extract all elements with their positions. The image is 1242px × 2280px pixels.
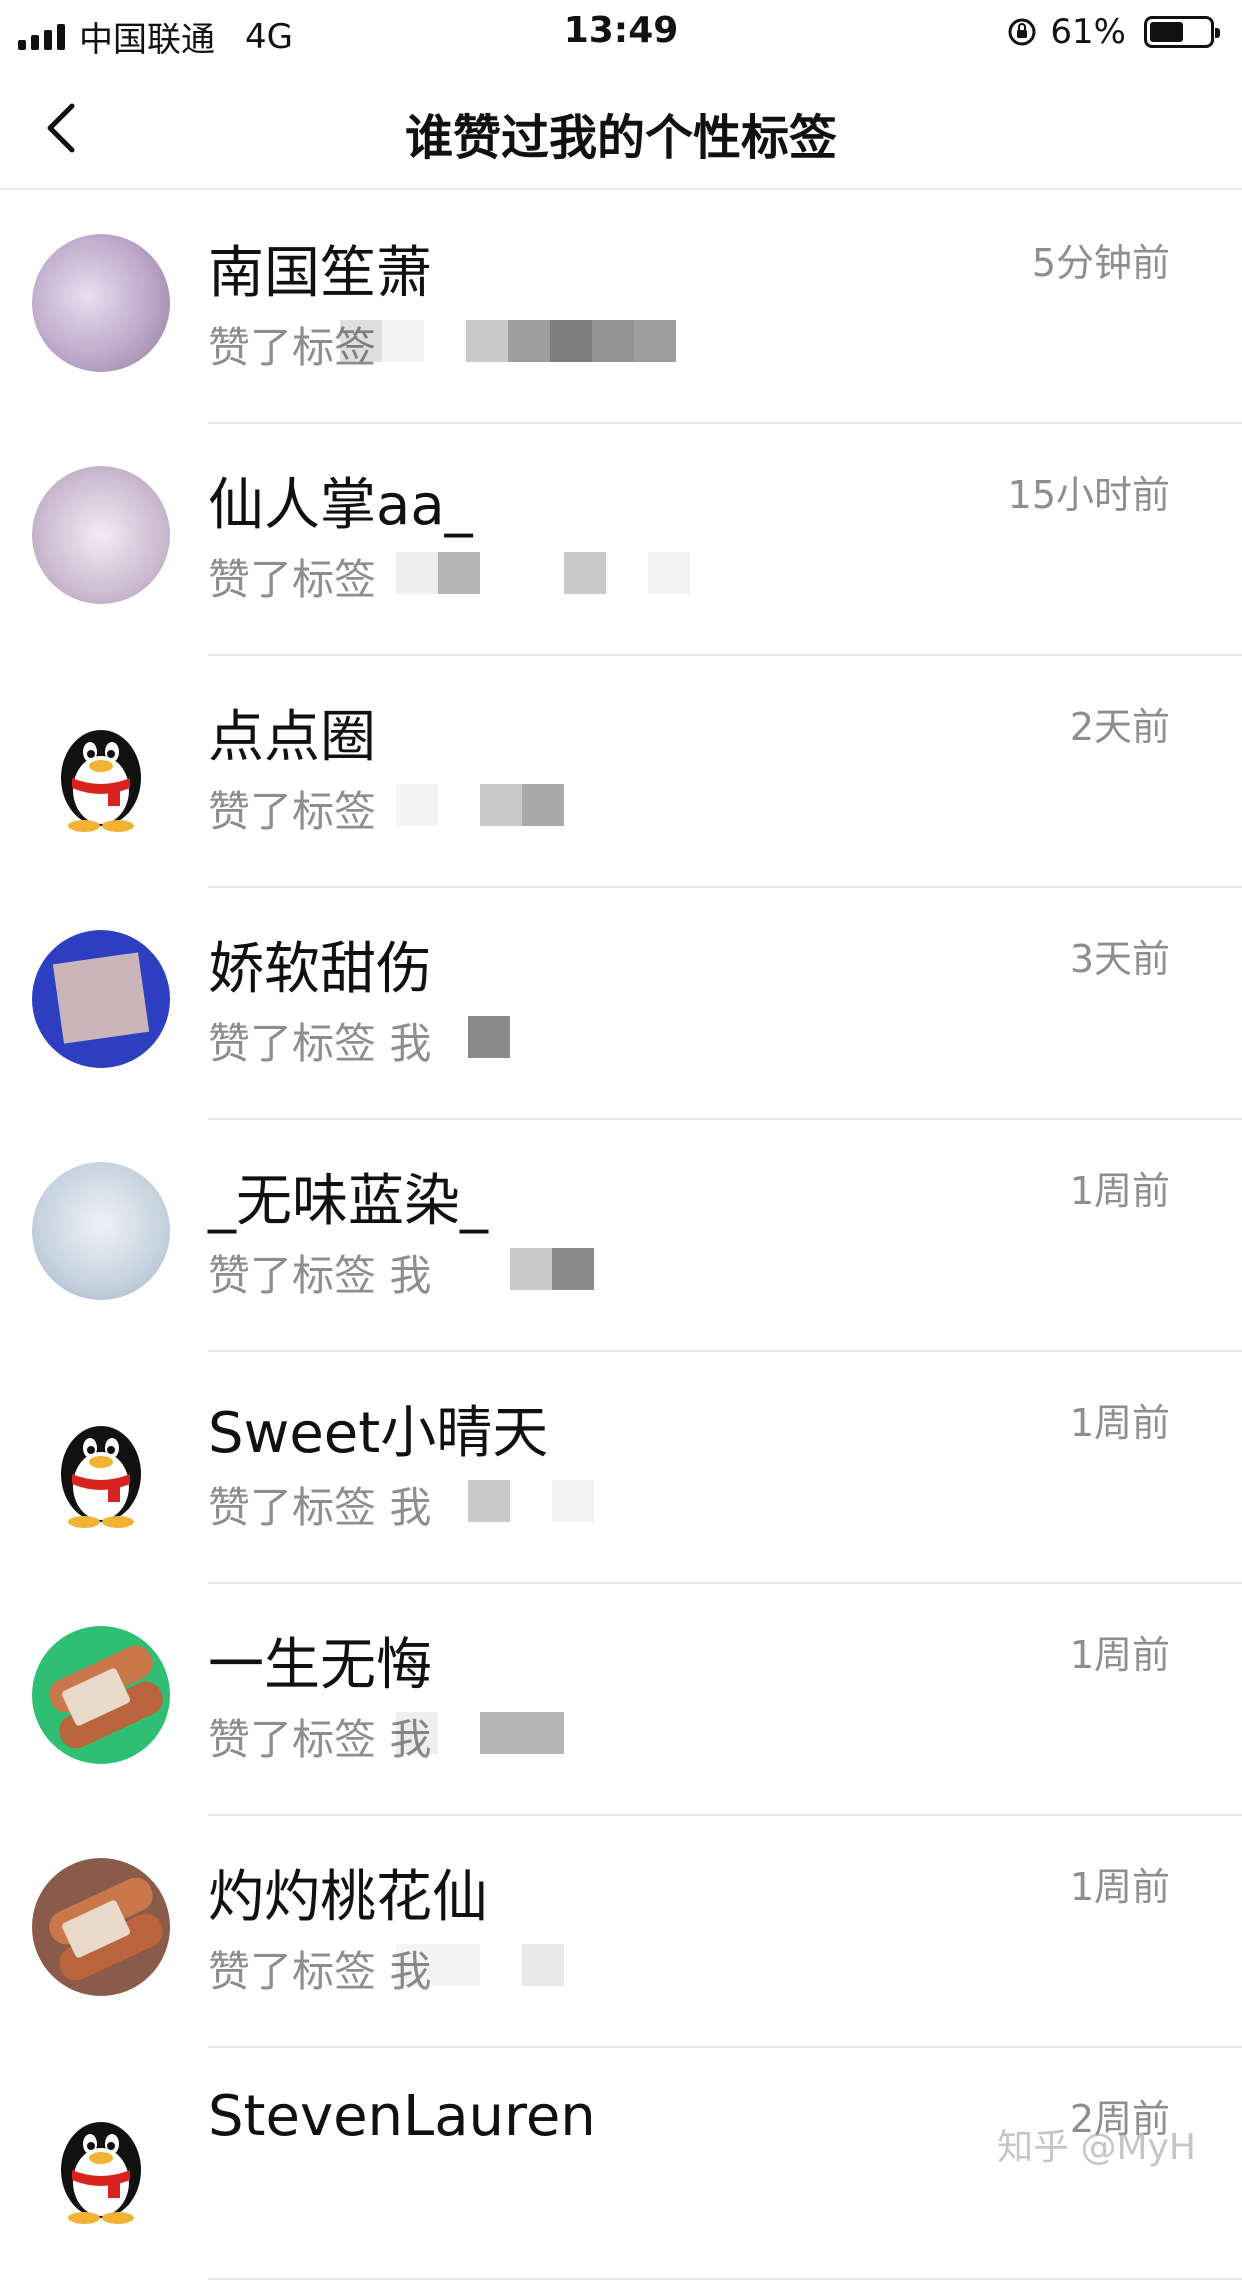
avatar[interactable] [32,466,170,604]
user-name: 点点圈 [208,692,376,773]
user-name: 娇软甜伤 [208,924,432,1005]
list-item[interactable]: Sweet小晴天赞了标签 我 1周前 [0,1352,1242,1584]
user-name: 一生无悔 [208,1620,432,1701]
watermark: 知乎 @MyH [997,2118,1196,2170]
avatar[interactable] [32,1858,170,1996]
list-item[interactable]: 灼灼桃花仙赞了标签 我1周前 [0,1816,1242,2048]
like-description: 赞了标签 我 [208,1474,431,1535]
list-item[interactable]: 仙人掌aa_赞了标签 15小时前 [0,424,1242,656]
redacted-tag [396,1944,564,1986]
page-title: 谁赞过我的个性标签 [0,98,1242,168]
user-name: 仙人掌aa_ [208,460,473,541]
timestamp: 5分钟前 [1032,232,1170,287]
list-item[interactable]: _无味蓝染_赞了标签 我 1周前 [0,1120,1242,1352]
like-description: 赞了标签 我 [208,1242,431,1303]
user-name: 南国笙萧 [208,228,432,309]
avatar-image [53,952,149,1043]
redacted-tag [396,784,564,826]
rotation-lock-icon [1006,16,1038,48]
timestamp: 2天前 [1070,696,1170,751]
status-right: 61% [1006,12,1214,52]
avatar[interactable] [32,1394,170,1532]
liker-list: 南国笙萧赞了标签5分钟前仙人掌aa_赞了标签15小时前 点点圈赞了标签2天前娇软… [0,192,1242,2280]
battery-percent: 61% [1050,12,1126,52]
list-item[interactable]: 点点圈赞了标签 2天前 [0,656,1242,888]
list-item[interactable]: 娇软甜伤赞了标签 我 3天前 [0,888,1242,1120]
redacted-tag [340,320,676,362]
redacted-tag [426,1480,594,1522]
timestamp: 1周前 [1070,1392,1170,1447]
penguin-icon [32,1394,170,1532]
timestamp: 1周前 [1070,1160,1170,1215]
avatar[interactable] [32,2090,170,2228]
avatar[interactable] [32,698,170,836]
battery-fill [1150,22,1183,42]
like-description: 赞了标签 [208,778,376,839]
avatar[interactable] [32,930,170,1068]
list-item[interactable]: 一生无悔赞了标签 我1周前 [0,1584,1242,1816]
avatar[interactable] [32,234,170,372]
redacted-tag [426,1016,510,1058]
user-name: 灼灼桃花仙 [208,1852,488,1933]
redacted-tag [426,1248,594,1290]
timestamp: 3天前 [1070,928,1170,983]
avatar[interactable] [32,1162,170,1300]
like-description: 赞了标签 [208,546,376,607]
like-description: 赞了标签 我 [208,1010,431,1071]
timestamp: 1周前 [1070,1856,1170,1911]
user-name: _无味蓝染_ [208,1156,488,1237]
redacted-tag [396,552,690,594]
redacted-tag [396,1712,564,1754]
nav-bar: 谁赞过我的个性标签 [0,62,1242,190]
avatar[interactable] [32,1626,170,1764]
timestamp: 15小时前 [1008,464,1170,519]
status-bar: 中国联通 4G 13:49 61% [0,0,1242,62]
user-name: StevenLauren [208,2084,596,2149]
user-name: Sweet小晴天 [208,1388,548,1469]
list-item[interactable]: 南国笙萧赞了标签5分钟前 [0,192,1242,424]
penguin-icon [32,698,170,836]
timestamp: 1周前 [1070,1624,1170,1679]
penguin-icon [32,2090,170,2228]
battery-icon [1144,16,1214,48]
